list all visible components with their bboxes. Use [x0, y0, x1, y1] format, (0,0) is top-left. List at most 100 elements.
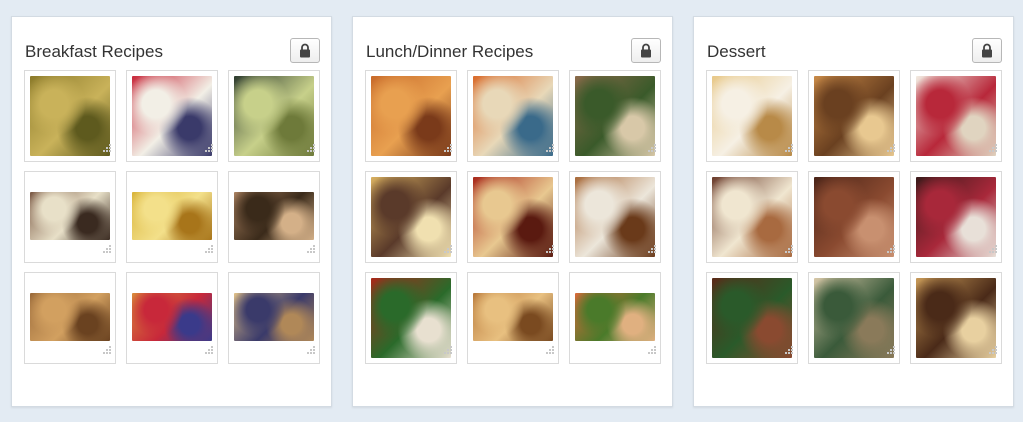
- lock-icon: [640, 43, 652, 58]
- pin-thumbnail-egg-bake[interactable]: [126, 171, 218, 263]
- pin-dots-icon: [205, 241, 214, 259]
- pin-dots-icon: [887, 241, 896, 259]
- pin-thumbnail-meatballs[interactable]: [467, 171, 559, 263]
- pin-dots-icon: [785, 342, 794, 360]
- pin-thumbnail-thumbprint-cookies[interactable]: [910, 70, 1002, 162]
- pin-thumbnail-potato-skillet[interactable]: [228, 70, 320, 162]
- pin-thumbnail-glazed-chicken[interactable]: [365, 272, 457, 364]
- pin-dots-icon: [648, 140, 657, 158]
- pin-thumbnail-roast-chicken[interactable]: [365, 70, 457, 162]
- dots-glyph: [887, 346, 895, 354]
- pin-thumbnail-cookie-bars[interactable]: [808, 272, 900, 364]
- pin-thumbnail-roasted-potatoes[interactable]: [24, 70, 116, 162]
- pin-thumbnail-tiramisu[interactable]: [706, 171, 798, 263]
- pin-image: [814, 76, 894, 156]
- pin-image: [916, 177, 996, 257]
- dots-glyph: [887, 144, 895, 152]
- pin-dots-icon: [887, 140, 896, 158]
- pin-image: [30, 293, 110, 341]
- pin-thumbnail-muffin-tin[interactable]: [228, 171, 320, 263]
- pin-dots-icon: [103, 342, 112, 360]
- pin-dots-icon: [887, 342, 896, 360]
- pin-image: [712, 278, 792, 358]
- pin-image: [371, 177, 451, 257]
- dots-glyph: [205, 144, 213, 152]
- pin-dots-icon: [546, 342, 555, 360]
- pin-thumbnail-chocolate-strawberries[interactable]: [910, 171, 1002, 263]
- pin-thumbnail-sausage-patty[interactable]: [24, 171, 116, 263]
- dots-glyph: [546, 346, 554, 354]
- pin-dots-icon: [546, 140, 555, 158]
- pin-image: [712, 76, 792, 156]
- dots-glyph: [205, 245, 213, 253]
- dots-glyph: [785, 144, 793, 152]
- pin-dots-icon: [785, 140, 794, 158]
- dots-glyph: [444, 245, 452, 253]
- dots-glyph: [307, 144, 315, 152]
- pin-image: [234, 293, 314, 341]
- pin-dots-icon: [648, 241, 657, 259]
- pin-thumbnail-brownies[interactable]: [808, 171, 900, 263]
- board-title[interactable]: Breakfast Recipes: [25, 42, 163, 62]
- lock-button[interactable]: [290, 38, 320, 63]
- pin-thumbnail-pork-chop-rice[interactable]: [569, 171, 661, 263]
- pin-image: [712, 177, 792, 257]
- pin-grid: [365, 70, 661, 364]
- pin-thumbnail-cookie-stack[interactable]: [808, 70, 900, 162]
- board-dessert: Dessert: [693, 16, 1014, 407]
- dots-glyph: [887, 245, 895, 253]
- pin-grid: [24, 70, 320, 364]
- pin-thumbnail-fudge[interactable]: [706, 272, 798, 364]
- pin-image: [371, 76, 451, 156]
- pin-thumbnail-steak-beans[interactable]: [569, 70, 661, 162]
- dots-glyph: [989, 245, 997, 253]
- pin-image: [473, 293, 553, 341]
- pin-thumbnail-grilled-fish[interactable]: [467, 272, 559, 364]
- pin-dots-icon: [444, 140, 453, 158]
- pin-thumbnail-berry-pancakes[interactable]: [126, 272, 218, 364]
- dots-glyph: [103, 144, 111, 152]
- pin-thumbnail-blueberry-crepes[interactable]: [126, 70, 218, 162]
- pin-thumbnail-veggie-rice[interactable]: [467, 70, 559, 162]
- pin-grid: [706, 70, 1002, 364]
- board-breakfast-recipes: Breakfast Recipes: [11, 16, 332, 407]
- pin-image: [473, 76, 553, 156]
- pin-image: [234, 192, 314, 240]
- board-title[interactable]: Lunch/Dinner Recipes: [366, 42, 533, 62]
- pin-image: [916, 278, 996, 358]
- pin-dots-icon: [989, 140, 998, 158]
- pin-image: [371, 278, 451, 358]
- dots-glyph: [444, 144, 452, 152]
- pin-image: [132, 76, 212, 156]
- lock-icon: [299, 43, 311, 58]
- pin-thumbnail-salmon-asparagus[interactable]: [569, 272, 661, 364]
- pin-dots-icon: [307, 140, 316, 158]
- pin-image: [473, 177, 553, 257]
- dots-glyph: [989, 346, 997, 354]
- pin-image: [575, 293, 655, 341]
- pin-thumbnail-blueberry-muffins[interactable]: [228, 272, 320, 364]
- lock-glyph: [982, 43, 992, 58]
- dots-glyph: [989, 144, 997, 152]
- pin-thumbnail-chocolate-chip-cookies[interactable]: [910, 272, 1002, 364]
- dots-glyph: [648, 346, 656, 354]
- pin-image: [575, 177, 655, 257]
- pin-thumbnail-beef-noodles[interactable]: [365, 171, 457, 263]
- pin-image: [132, 192, 212, 240]
- dots-glyph: [648, 144, 656, 152]
- pin-thumbnail-waffles[interactable]: [24, 272, 116, 364]
- pin-image: [30, 76, 110, 156]
- board-title[interactable]: Dessert: [707, 42, 766, 62]
- pin-dots-icon: [444, 241, 453, 259]
- pin-dots-icon: [205, 342, 214, 360]
- pin-thumbnail-pound-cake[interactable]: [706, 70, 798, 162]
- pin-dots-icon: [785, 241, 794, 259]
- pin-dots-icon: [989, 241, 998, 259]
- pin-image: [916, 76, 996, 156]
- pin-dots-icon: [444, 342, 453, 360]
- pin-image: [575, 76, 655, 156]
- lock-button[interactable]: [972, 38, 1002, 63]
- lock-button[interactable]: [631, 38, 661, 63]
- pin-dots-icon: [307, 342, 316, 360]
- dots-glyph: [307, 346, 315, 354]
